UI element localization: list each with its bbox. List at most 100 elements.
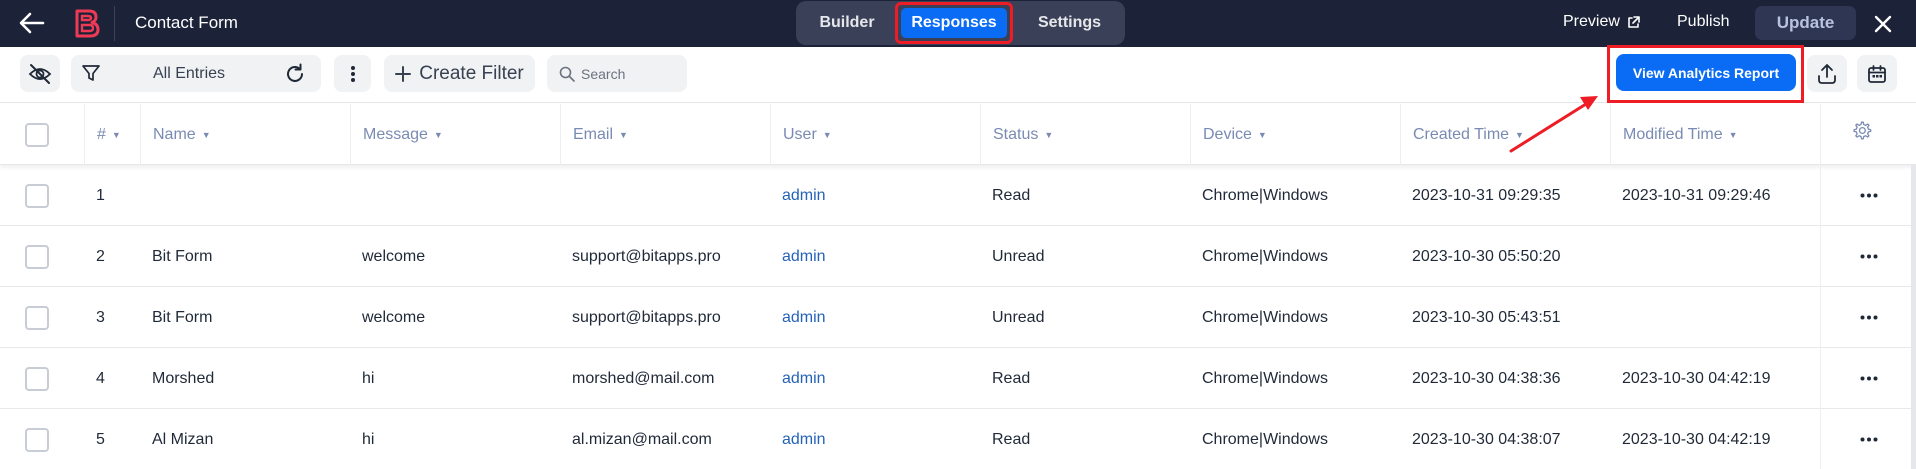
search-icon	[559, 66, 575, 82]
table-row[interactable]: 2 Bit Form welcome support@bitapps.pro a…	[0, 226, 1916, 287]
view-analytics-report-button[interactable]: View Analytics Report	[1616, 54, 1796, 91]
cell-status: Read	[992, 369, 1031, 387]
cell-device: Chrome|Windows	[1202, 308, 1328, 326]
row-select-cell	[0, 348, 84, 409]
cell-message: hi	[362, 369, 375, 387]
table-row[interactable]: 3 Bit Form welcome support@bitapps.pro a…	[0, 287, 1916, 348]
row-checkbox[interactable]	[25, 305, 49, 330]
cell-email: morshed@mail.com	[572, 369, 715, 387]
select-all-cell	[0, 104, 84, 165]
column-header-status[interactable]: Status ▼	[980, 104, 1190, 165]
cell-device: Chrome|Windows	[1202, 369, 1328, 387]
column-header-label: User	[783, 125, 817, 143]
table-row[interactable]: 4 Morshed hi morshed@mail.com admin Read…	[0, 348, 1916, 409]
row-actions-button[interactable]	[1820, 409, 1916, 469]
filter-icon	[82, 65, 100, 81]
preview-link[interactable]: Preview	[1563, 13, 1641, 31]
calendar-button[interactable]	[1857, 55, 1897, 92]
back-arrow-icon	[19, 12, 45, 34]
row-checkbox[interactable]	[25, 183, 49, 208]
toggle-visibility-button[interactable]	[20, 55, 60, 92]
row-checkbox[interactable]	[25, 366, 49, 391]
kebab-icon	[350, 65, 355, 82]
back-button[interactable]	[14, 8, 50, 38]
sort-caret-icon: ▼	[1515, 129, 1524, 140]
vertical-scrollbar[interactable]	[1911, 165, 1916, 469]
eye-off-icon	[28, 63, 52, 84]
sort-caret-icon: ▼	[433, 129, 443, 140]
publish-button[interactable]: Publish	[1677, 13, 1729, 31]
topbar-divider	[114, 6, 115, 41]
column-header-email[interactable]: Email ▼	[560, 104, 770, 165]
cell-modified-time: 2023-10-31 09:29:46	[1622, 186, 1771, 204]
create-filter-label: Create Filter	[419, 62, 524, 84]
row-checkbox[interactable]	[25, 244, 49, 269]
cell-status: Read	[992, 186, 1031, 204]
create-filter-button[interactable]: Create Filter	[384, 55, 535, 92]
column-header-number[interactable]: # ▼	[84, 104, 140, 165]
row-actions-button[interactable]	[1820, 287, 1916, 348]
entries-filter-select[interactable]: All Entries	[71, 55, 321, 92]
close-button[interactable]	[1868, 9, 1898, 39]
row-actions-button[interactable]	[1820, 348, 1916, 409]
cell-user-link[interactable]: admin	[770, 287, 980, 348]
ellipsis-icon	[1860, 376, 1877, 381]
row-select-cell	[0, 226, 84, 287]
cell-message: welcome	[362, 247, 426, 265]
row-actions-button[interactable]	[1820, 165, 1916, 226]
export-button[interactable]	[1807, 55, 1847, 92]
cell-created-time: 2023-10-30 04:38:36	[1412, 369, 1561, 387]
plus-icon	[395, 65, 412, 82]
cell-message: welcome	[362, 308, 426, 326]
tab-builder[interactable]: Builder	[796, 1, 898, 45]
row-checkbox[interactable]	[25, 427, 49, 452]
table-row[interactable]: 1 admin Read Chrome|Windows 2023-10-31 0…	[0, 165, 1916, 226]
column-settings-cell	[1820, 104, 1916, 165]
sort-caret-icon: ▼	[1257, 129, 1267, 140]
column-header-device[interactable]: Device ▼	[1190, 104, 1400, 165]
cell-number: 2	[96, 247, 105, 265]
close-icon	[1874, 15, 1892, 33]
column-header-label: Message	[363, 125, 428, 143]
cell-status: Unread	[992, 308, 1045, 326]
column-header-message[interactable]: Message ▼	[350, 104, 560, 165]
more-options-button[interactable]	[334, 55, 371, 92]
column-header-created-time[interactable]: Created Time ▼	[1400, 104, 1610, 165]
cell-number: 5	[96, 430, 105, 448]
cell-message	[350, 165, 560, 226]
cell-user-link[interactable]: admin	[770, 226, 980, 287]
cell-user-link[interactable]: admin	[770, 409, 980, 469]
column-header-name[interactable]: Name ▼	[140, 104, 350, 165]
column-header-modified-time[interactable]: Modified Time ▼	[1610, 104, 1820, 165]
cell-modified-time	[1610, 226, 1820, 287]
cell-status: Read	[992, 430, 1031, 448]
row-actions-button[interactable]	[1820, 226, 1916, 287]
cell-number: 1	[96, 186, 105, 204]
cell-device: Chrome|Windows	[1202, 430, 1328, 448]
cell-created-time: 2023-10-30 04:38:07	[1412, 430, 1561, 448]
cell-user-link[interactable]: admin	[770, 165, 980, 226]
cell-user-link[interactable]: admin	[770, 348, 980, 409]
calendar-icon	[1868, 64, 1886, 83]
tab-settings[interactable]: Settings	[1014, 1, 1125, 45]
column-header-label: Device	[1203, 125, 1252, 143]
cell-created-time: 2023-10-31 09:29:35	[1412, 186, 1561, 204]
table-row[interactable]: 5 Al Mizan hi al.mizan@mail.com admin Re…	[0, 409, 1916, 469]
sort-caret-icon: ▼	[201, 129, 211, 140]
refresh-icon[interactable]	[283, 62, 307, 86]
column-header-label: Created Time	[1413, 125, 1510, 143]
gear-icon[interactable]	[1851, 120, 1872, 141]
search-input[interactable]	[581, 65, 681, 82]
cell-number: 4	[96, 369, 105, 387]
cell-modified-time: 2023-10-30 04:42:19	[1622, 369, 1771, 387]
ellipsis-icon	[1860, 437, 1877, 442]
column-header-label: #	[97, 125, 106, 143]
column-header-user[interactable]: User ▼	[770, 104, 980, 165]
update-button[interactable]: Update	[1755, 6, 1856, 40]
cell-email	[560, 165, 770, 226]
tab-responses[interactable]: Responses	[895, 2, 1013, 44]
top-bar: Contact Form Builder Responses Settings …	[0, 0, 1916, 47]
table-header: # ▼ Name ▼ Message ▼ Email ▼ User ▼ Status ▼ D…	[0, 104, 1916, 165]
column-header-label: Email	[573, 125, 614, 143]
select-all-checkbox[interactable]	[25, 122, 49, 147]
